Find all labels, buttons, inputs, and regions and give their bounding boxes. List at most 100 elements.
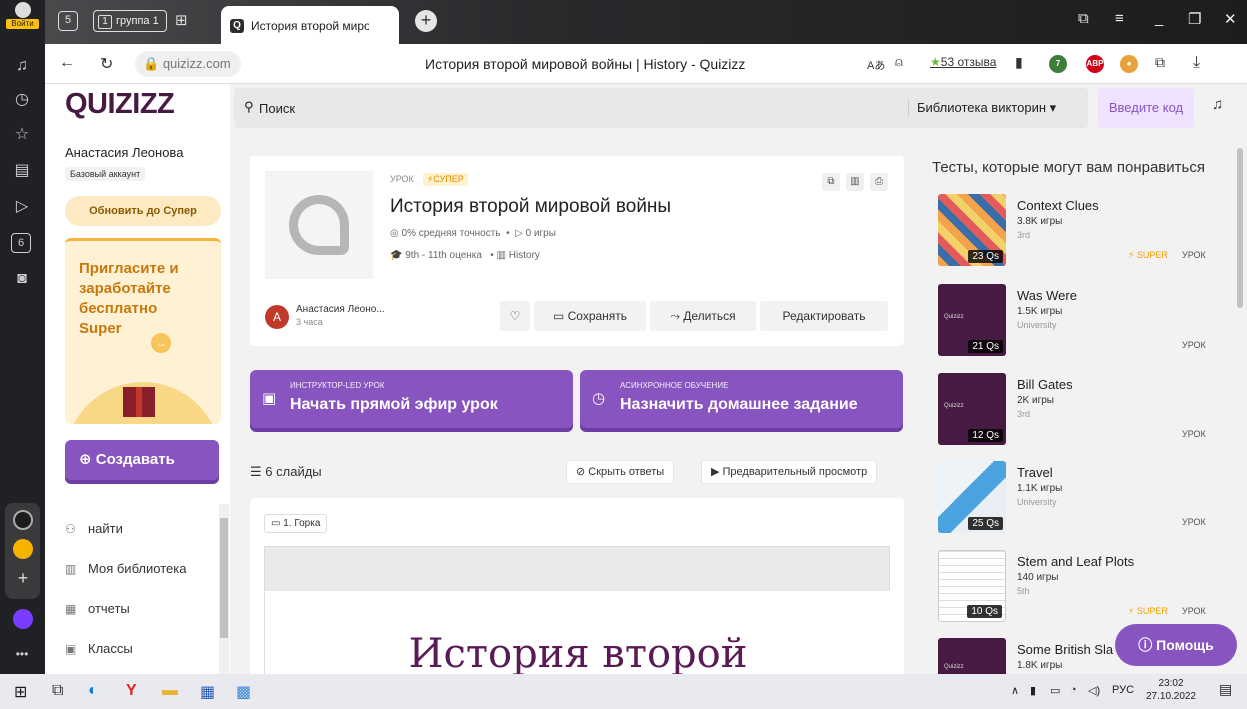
delete-icon[interactable]: ▥	[846, 173, 864, 191]
tab-group[interactable]: 1 группа 1	[93, 10, 167, 32]
sidebar-scrollbar[interactable]	[219, 504, 229, 674]
save-button[interactable]: ▭ Сохранять	[534, 301, 646, 331]
arrow-right-icon[interactable]: →	[151, 333, 171, 353]
alice-app-icon[interactable]	[13, 510, 33, 530]
edge-browser-icon[interactable]: ◐	[88, 682, 98, 700]
invite-promo-card[interactable]: Пригласите и заработайте бесплатно Super…	[65, 238, 221, 424]
nav-item-reports[interactable]: ▦ отчеты	[65, 601, 130, 616]
author-name[interactable]: Анастасия Леоно...	[296, 304, 385, 315]
rec-title: Context Clues	[1017, 198, 1099, 213]
tab-group-number: 1	[98, 15, 112, 29]
collections-toolbar-icon[interactable]: ⧉	[1078, 10, 1089, 27]
find-icon: ⚇	[65, 522, 76, 536]
slide-preview[interactable]: История второй	[264, 546, 891, 674]
tray-usb-icon[interactable]: ▮	[1030, 684, 1036, 697]
print-icon[interactable]: ⎙	[870, 173, 888, 191]
reload-icon[interactable]: ↻	[100, 54, 113, 74]
restore-icon[interactable]: ❐	[1188, 10, 1201, 28]
slide-tag-label: 1. Горка	[283, 518, 321, 529]
profile-icon[interactable]: ⍝	[895, 54, 903, 70]
assign-homework-button[interactable]: ◷ АСИНХРОННОЕ ОБУЧЕНИЕ Назначить домашне…	[580, 370, 903, 428]
search-input[interactable]: ⚲ Поиск Библиотека викторин ▾	[234, 88, 1088, 128]
enter-code-button[interactable]: Введите код	[1098, 88, 1194, 128]
accuracy-text: 0% средняя точность	[401, 228, 501, 239]
library-select[interactable]: Библиотека викторин ▾	[908, 100, 1056, 116]
copy-icon[interactable]: ⧉	[822, 173, 840, 191]
bell-icon[interactable]: ♫	[11, 55, 33, 77]
input-language[interactable]: РУС	[1112, 684, 1134, 696]
preview-button[interactable]: ▶ Предварительный просмотр	[701, 460, 878, 484]
page-scrollbar[interactable]	[1237, 148, 1243, 308]
scrollbar-thumb[interactable]	[220, 518, 228, 638]
quizizz-logo[interactable]: QUIZIZZ	[65, 88, 175, 121]
rec-qs: 25 Qs	[968, 517, 1003, 530]
rec-qs: 23 Qs	[968, 250, 1003, 263]
translate-icon[interactable]: Aあ	[867, 57, 885, 73]
tray-overflow-icon[interactable]: ∧	[1011, 684, 1019, 697]
hide-answers-button[interactable]: ⊘ Скрыть ответы	[566, 460, 675, 484]
more-dots-icon[interactable]: •••	[11, 643, 33, 665]
share-button[interactable]: ⤳ Делиться	[650, 301, 756, 331]
clock[interactable]: 23:02 27.10.2022	[1146, 677, 1196, 703]
quiz-stats-row: ◎ 0% средняя точность • ▷ 0 игры	[390, 228, 556, 239]
start-live-lesson-button[interactable]: ▣ ИНСТРУКТОР-LED УРОК Начать прямой эфир…	[250, 370, 573, 428]
task-view-icon[interactable]: ⧉	[52, 682, 63, 700]
rec-item[interactable]: Quizizz 12 Qs Bill Gates 2K игры 3rd УРОК	[938, 373, 1218, 457]
create-button[interactable]: ⊕ Создавать	[65, 440, 219, 480]
upgrade-button[interactable]: Обновить до Супер	[65, 196, 221, 226]
nav-item-library[interactable]: ▥ Моя библиотека	[65, 561, 186, 576]
url-host: quizizz.com	[162, 56, 231, 71]
tray-volume-icon[interactable]: ◁)	[1088, 684, 1100, 697]
tray-battery-icon[interactable]: ▭	[1050, 684, 1060, 697]
rec-plays: 1.8K игры	[1017, 660, 1063, 671]
collections-icon[interactable]: ▤	[11, 160, 33, 182]
new-group-icon[interactable]: ⊞	[175, 11, 188, 29]
close-icon[interactable]: ✕	[1224, 10, 1237, 28]
adblock-icon[interactable]: ABP	[1086, 55, 1104, 73]
menu-icon[interactable]: ≡	[1115, 10, 1124, 27]
reviews-link[interactable]: ★53 отзыва	[930, 55, 996, 69]
slides-count-text: 6 слайды	[265, 464, 322, 479]
assistant-app-icon[interactable]	[13, 609, 33, 629]
pinned-app-icon[interactable]: ▩	[236, 682, 251, 702]
nav-item-find[interactable]: ⚇ найти	[65, 521, 123, 536]
word-app-icon[interactable]: ▦	[200, 682, 215, 702]
yandex-app-icon[interactable]	[13, 539, 33, 559]
notifications-bell-icon[interactable]: ♫	[1212, 96, 1223, 113]
help-button[interactable]: ⓘ Помощь	[1115, 624, 1237, 666]
url-field[interactable]: 🔒 quizizz.com	[135, 51, 241, 77]
back-icon[interactable]: ←	[59, 54, 75, 72]
rec-item[interactable]: 25 Qs Travel 1.1K игры University УРОК	[938, 461, 1218, 545]
classes-icon: ▣	[65, 642, 77, 656]
rec-item[interactable]: Quizizz 21 Qs Was Were 1.5K игры Universi…	[938, 284, 1218, 368]
screenshot-icon[interactable]: ◙	[11, 268, 33, 290]
download-icon[interactable]: ⤓	[1193, 54, 1200, 72]
like-button[interactable]: ♡	[500, 301, 530, 331]
tray-wifi-icon[interactable]: ◔	[1070, 684, 1077, 696]
minimize-icon[interactable]: _	[1155, 10, 1163, 27]
file-explorer-icon[interactable]: ▬	[162, 682, 178, 700]
extension-green-icon[interactable]: 7	[1049, 55, 1067, 73]
tabs-count-icon[interactable]: 6	[11, 233, 31, 253]
tab-home-icon[interactable]: 5	[58, 11, 78, 31]
rec-item[interactable]: 23 Qs Context Clues 3.8K игры 3rd ⚡ SUPE…	[938, 194, 1218, 278]
quiz-title: История второй мировой войны	[390, 196, 672, 217]
tab-group-label: группа 1	[116, 15, 159, 27]
nav-item-classes[interactable]: ▣ Классы	[65, 641, 133, 656]
new-tab-icon[interactable]: +	[415, 10, 437, 32]
rec-item[interactable]: 10 Qs Stem and Leaf Plots 140 игры 5th ⚡…	[938, 550, 1218, 634]
yandex-browser-icon[interactable]: Y	[126, 682, 137, 700]
author-avatar[interactable]: A	[265, 305, 289, 329]
windows-start-icon[interactable]: ⊞	[14, 682, 27, 702]
active-tab[interactable]: Q История второй мировой ×	[221, 6, 399, 44]
login-button[interactable]: Войти	[6, 2, 39, 34]
play-icon[interactable]: ▷	[11, 196, 33, 218]
notifications-icon[interactable]: ▤	[1219, 681, 1232, 698]
extensions-icon[interactable]: ⧉	[1155, 54, 1165, 71]
bookmark-icon[interactable]: ▮	[1015, 54, 1023, 71]
edit-button[interactable]: Редактировать	[760, 301, 888, 331]
extension-cookie-icon[interactable]: ●	[1120, 55, 1138, 73]
add-app-icon[interactable]: +	[13, 569, 33, 589]
favorites-star-icon[interactable]: ☆	[11, 124, 33, 146]
history-clock-icon[interactable]: ◷	[11, 89, 33, 111]
